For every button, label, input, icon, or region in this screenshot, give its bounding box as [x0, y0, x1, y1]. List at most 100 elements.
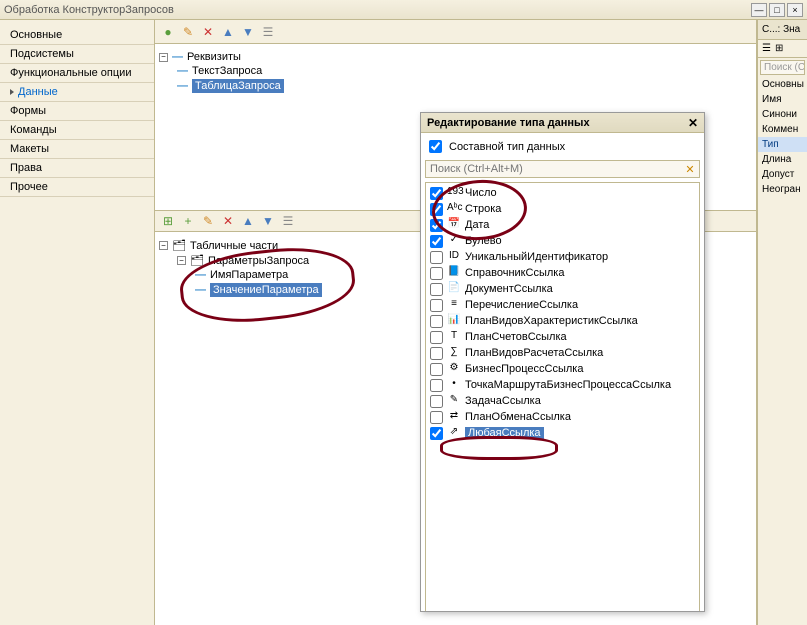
list-icon[interactable]: ⊞	[775, 43, 783, 54]
type-row[interactable]: 📊ПланВидовХарактеристикСсылка	[428, 313, 697, 329]
right-panel-item[interactable]: Допуст	[758, 167, 807, 182]
minimize-button[interactable]: —	[751, 3, 767, 17]
type-label: БизнесПроцессСсылка	[465, 363, 583, 375]
maximize-button[interactable]: □	[769, 3, 785, 17]
type-label: УникальныйИдентификатор	[465, 251, 608, 263]
type-row[interactable]: ⚙БизнесПроцессСсылка	[428, 361, 697, 377]
type-checkbox[interactable]	[430, 283, 443, 296]
add-icon[interactable]: ●	[161, 25, 175, 39]
composite-checkbox-row[interactable]: Составной тип данных	[425, 137, 700, 156]
tree-requisites: − — Реквизиты — ТекстЗапроса — ТаблицаЗа…	[155, 44, 756, 100]
tree-root-row[interactable]: − — Реквизиты	[159, 50, 752, 64]
type-row[interactable]: •ТочкаМаршрутаБизнесПроцессаСсылка	[428, 377, 697, 393]
type-checkbox[interactable]	[430, 347, 443, 360]
type-checkbox[interactable]	[430, 379, 443, 392]
bullet-icon	[10, 89, 14, 95]
expander-icon[interactable]: −	[159, 241, 168, 250]
type-label: ПланОбменаСсылка	[465, 411, 571, 423]
type-checkbox[interactable]	[430, 219, 443, 232]
expander-icon[interactable]: −	[159, 53, 168, 62]
type-dialog: Редактирование типа данных ✕ Составной т…	[420, 112, 705, 612]
nav-item-label: Прочее	[10, 181, 48, 193]
type-checkbox[interactable]	[430, 187, 443, 200]
type-label: ПланВидовХарактеристикСсылка	[465, 315, 638, 327]
nav-item-2[interactable]: Функциональные опции	[0, 64, 154, 83]
tree-child-label: ТекстЗапроса	[192, 65, 262, 77]
type-row[interactable]: ⇄ПланОбменаСсылка	[428, 409, 697, 425]
type-row[interactable]: ТПланСчетовСсылка	[428, 329, 697, 345]
type-label: Строка	[465, 203, 501, 215]
type-checkbox[interactable]	[430, 331, 443, 344]
right-panel-item[interactable]: Неогран	[758, 182, 807, 197]
type-checkbox[interactable]	[430, 395, 443, 408]
up-icon[interactable]: ▲	[221, 25, 235, 39]
edit-icon[interactable]: ✎	[201, 214, 215, 228]
composite-checkbox[interactable]	[429, 140, 442, 153]
right-panel-title: С...: Зна	[758, 20, 807, 40]
type-row[interactable]: ⇗ЛюбаяСсылка	[428, 425, 697, 441]
type-checkbox[interactable]	[430, 267, 443, 280]
type-search-input[interactable]	[426, 161, 681, 177]
props-icon[interactable]: ☰	[261, 25, 275, 39]
type-checkbox[interactable]	[430, 411, 443, 424]
type-row[interactable]: ≡ПеречислениеСсылка	[428, 297, 697, 313]
type-row[interactable]: ∑ПланВидовРасчетаСсылка	[428, 345, 697, 361]
down-icon[interactable]: ▼	[241, 25, 255, 39]
nav-item-label: Права	[10, 162, 42, 174]
type-checkbox[interactable]	[430, 235, 443, 248]
tree-child-row[interactable]: — ТаблицаЗапроса	[159, 78, 752, 94]
delete-icon[interactable]: ✕	[201, 25, 215, 39]
nav-item-5[interactable]: Команды	[0, 121, 154, 140]
nav-item-label: Формы	[10, 105, 46, 117]
type-checkbox[interactable]	[430, 315, 443, 328]
toolbar-top: ● ✎ ✕ ▲ ▼ ☰	[155, 20, 756, 44]
tree-root-label: Табличные части	[190, 240, 278, 252]
nav-item-3[interactable]: Данные	[0, 83, 154, 102]
type-search-row: ✕	[425, 160, 700, 178]
type-checkbox[interactable]	[430, 251, 443, 264]
nav-item-7[interactable]: Права	[0, 159, 154, 178]
right-panel-item[interactable]: Тип	[758, 137, 807, 152]
right-panel-item[interactable]: Основны	[758, 77, 807, 92]
down-icon[interactable]: ▼	[261, 214, 275, 228]
nav-item-8[interactable]: Прочее	[0, 178, 154, 197]
type-row[interactable]: 📅Дата	[428, 217, 697, 233]
type-row[interactable]: ✓Булево	[428, 233, 697, 249]
expander-icon[interactable]: −	[177, 256, 186, 265]
type-checkbox[interactable]	[430, 363, 443, 376]
nav-item-4[interactable]: Формы	[0, 102, 154, 121]
nav-item-1[interactable]: Подсистемы	[0, 45, 154, 64]
type-row[interactable]: 📘СправочникСсылка	[428, 265, 697, 281]
type-icon: •	[447, 378, 461, 392]
type-row[interactable]: ✎ЗадачаСсылка	[428, 393, 697, 409]
clear-icon[interactable]: ✕	[681, 161, 699, 177]
right-panel-item[interactable]: Имя	[758, 92, 807, 107]
type-label: ПланСчетовСсылка	[465, 331, 567, 343]
type-checkbox[interactable]	[430, 203, 443, 216]
dialog-close-button[interactable]: ✕	[688, 116, 698, 130]
nav-item-0[interactable]: Основные	[0, 26, 154, 45]
type-row[interactable]: AᵇcСтрока	[428, 201, 697, 217]
up-icon[interactable]: ▲	[241, 214, 255, 228]
type-checkbox[interactable]	[430, 427, 443, 440]
right-panel-search[interactable]: Поиск (Ctr	[760, 60, 805, 75]
add-group-icon[interactable]: ⊞	[161, 214, 175, 228]
right-panel-item[interactable]: Синони	[758, 107, 807, 122]
type-icon: ✓	[447, 234, 461, 248]
node-icon: —	[195, 269, 206, 281]
add-icon[interactable]: +	[181, 214, 195, 228]
right-panel-item[interactable]: Длина	[758, 152, 807, 167]
edit-icon[interactable]: ✎	[181, 25, 195, 39]
right-panel-item[interactable]: Коммен	[758, 122, 807, 137]
grid-icon[interactable]: ☰	[762, 43, 771, 54]
type-row[interactable]: IDУникальныйИдентификатор	[428, 249, 697, 265]
close-button[interactable]: ×	[787, 3, 803, 17]
tree-child-row[interactable]: — ТекстЗапроса	[159, 64, 752, 78]
props-icon[interactable]: ☰	[281, 214, 295, 228]
delete-icon[interactable]: ✕	[221, 214, 235, 228]
right-panel-toolbar: ☰ ⊞	[758, 40, 807, 58]
nav-item-6[interactable]: Макеты	[0, 140, 154, 159]
type-row[interactable]: 📄ДокументСсылка	[428, 281, 697, 297]
type-checkbox[interactable]	[430, 299, 443, 312]
type-row[interactable]: 193Число	[428, 185, 697, 201]
